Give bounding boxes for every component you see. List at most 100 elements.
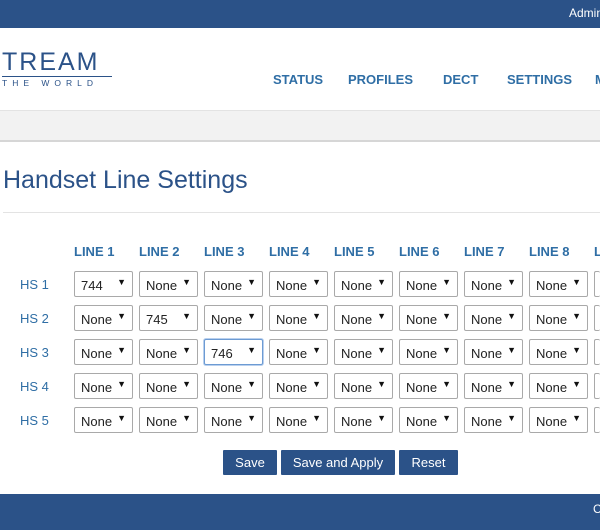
line-select[interactable]: None ▼ (74, 339, 133, 365)
line-select[interactable]: None ▼ (529, 305, 588, 331)
line-select[interactable]: None ▼ (139, 407, 198, 433)
sub-navigation-bar (0, 111, 600, 142)
page-title: Handset Line Settings (3, 166, 248, 194)
line-select[interactable]: None ▼ (529, 407, 588, 433)
select-value: None (406, 414, 438, 429)
line-select[interactable]: None ▼ (464, 339, 523, 365)
save-and-apply-button[interactable]: Save and Apply (281, 450, 395, 475)
select-value: None (211, 414, 243, 429)
line-select-partial[interactable] (594, 305, 600, 331)
select-value: None (341, 414, 373, 429)
triangle-down-icon: ▼ (247, 345, 256, 355)
line-select[interactable]: None ▼ (334, 305, 393, 331)
triangle-down-icon: ▼ (507, 379, 516, 389)
triangle-down-icon: ▼ (507, 413, 516, 423)
admin-user-label[interactable]: Admin (569, 6, 600, 20)
triangle-down-icon: ▼ (182, 277, 191, 287)
line-select[interactable]: None ▼ (399, 373, 458, 399)
triangle-down-icon: ▼ (377, 413, 386, 423)
line-select[interactable]: None ▼ (74, 373, 133, 399)
select-value: None (341, 380, 373, 395)
logo-tagline: THE WORLD (2, 78, 98, 88)
column-header-line-8: LINE 8 (529, 244, 570, 259)
select-value: None (536, 414, 568, 429)
select-value: 744 (81, 278, 103, 293)
triangle-down-icon: ▼ (377, 345, 386, 355)
select-value: None (211, 380, 243, 395)
line-select[interactable]: None ▼ (399, 407, 458, 433)
select-value: None (81, 346, 113, 361)
row-label-hs5: HS 5 (20, 413, 49, 428)
triangle-down-icon: ▼ (117, 345, 126, 355)
column-header-line-3: LINE 3 (204, 244, 245, 259)
line-select[interactable]: 744 ▼ (74, 271, 133, 297)
nav-status[interactable]: STATUS (273, 72, 323, 87)
select-value: None (406, 380, 438, 395)
triangle-down-icon: ▼ (507, 277, 516, 287)
triangle-down-icon: ▼ (312, 413, 321, 423)
line-select[interactable]: None ▼ (269, 305, 328, 331)
select-value: None (276, 414, 308, 429)
line-select[interactable]: None ▼ (269, 407, 328, 433)
line-select[interactable]: None ▼ (204, 407, 263, 433)
line-select[interactable]: None ▼ (269, 373, 328, 399)
select-value: None (471, 346, 503, 361)
select-value: None (471, 380, 503, 395)
line-select[interactable]: None ▼ (139, 373, 198, 399)
line-select[interactable]: None ▼ (464, 373, 523, 399)
line-select[interactable]: None ▼ (74, 305, 133, 331)
triangle-down-icon: ▼ (312, 311, 321, 321)
line-select[interactable]: None ▼ (139, 339, 198, 365)
triangle-down-icon: ▼ (572, 345, 581, 355)
triangle-down-icon: ▼ (377, 277, 386, 287)
line-select[interactable]: None ▼ (399, 271, 458, 297)
line-select[interactable]: None ▼ (334, 407, 393, 433)
line-select[interactable]: None ▼ (269, 339, 328, 365)
select-value: None (536, 380, 568, 395)
line-select[interactable]: None ▼ (334, 271, 393, 297)
triangle-down-icon: ▼ (442, 379, 451, 389)
save-button[interactable]: Save (223, 450, 277, 475)
line-select[interactable]: None ▼ (204, 305, 263, 331)
row-label-hs3: HS 3 (20, 345, 49, 360)
row-label-hs1: HS 1 (20, 277, 49, 292)
triangle-down-icon: ▼ (442, 311, 451, 321)
line-select[interactable]: None ▼ (399, 339, 458, 365)
nav-settings[interactable]: SETTINGS (507, 72, 572, 87)
select-value: 745 (146, 312, 168, 327)
line-select-partial[interactable] (594, 407, 600, 433)
line-select[interactable]: 745 ▼ (139, 305, 198, 331)
line-select[interactable]: None ▼ (74, 407, 133, 433)
nav-more[interactable]: M (595, 72, 600, 87)
triangle-down-icon: ▼ (182, 345, 191, 355)
line-select[interactable]: None ▼ (529, 271, 588, 297)
line-select-partial[interactable] (594, 271, 600, 297)
nav-profiles[interactable]: PROFILES (348, 72, 413, 87)
line-select[interactable]: None ▼ (334, 373, 393, 399)
select-value: None (536, 346, 568, 361)
line-select[interactable]: None ▼ (204, 271, 263, 297)
select-value: None (81, 380, 113, 395)
line-select[interactable]: None ▼ (204, 373, 263, 399)
nav-dect[interactable]: DECT (443, 72, 478, 87)
line-select[interactable]: None ▼ (139, 271, 198, 297)
column-header-line-2: LINE 2 (139, 244, 180, 259)
line-select[interactable]: None ▼ (529, 373, 588, 399)
triangle-down-icon: ▼ (572, 413, 581, 423)
line-select-partial[interactable] (594, 373, 600, 399)
reset-button[interactable]: Reset (399, 450, 458, 475)
column-header-line-1: LINE 1 (74, 244, 115, 259)
line-select-partial[interactable] (594, 339, 600, 365)
line-select-focused[interactable]: 746 ▼ (204, 339, 263, 365)
line-select[interactable]: None ▼ (464, 407, 523, 433)
line-select[interactable]: None ▼ (464, 305, 523, 331)
line-select[interactable]: None ▼ (269, 271, 328, 297)
line-select[interactable]: None ▼ (334, 339, 393, 365)
line-select[interactable]: None ▼ (399, 305, 458, 331)
column-header-line-7: LINE 7 (464, 244, 505, 259)
line-select[interactable]: None ▼ (464, 271, 523, 297)
top-bar: Admin (0, 0, 600, 28)
line-select[interactable]: None ▼ (529, 339, 588, 365)
triangle-down-icon: ▼ (442, 345, 451, 355)
triangle-down-icon: ▼ (572, 379, 581, 389)
